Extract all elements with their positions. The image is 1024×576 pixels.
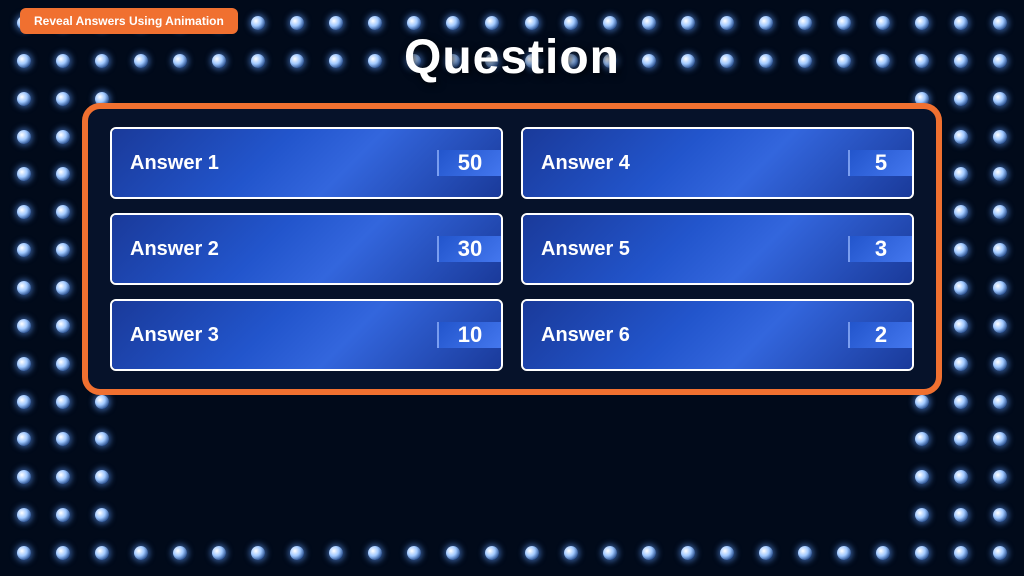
answer-score-3: 10 [437, 322, 501, 348]
answer-inner-6: Answer 6 2 [523, 301, 912, 369]
question-title: Question [404, 30, 620, 85]
answer-card-5: Answer 5 3 [521, 213, 914, 285]
answer-label-6: Answer 6 [541, 324, 848, 347]
answer-score-1: 50 [437, 150, 501, 176]
answer-card-3: Answer 3 10 [110, 299, 503, 371]
answers-board: Answer 1 50 Answer 4 5 Answer 2 30 Answe… [82, 103, 942, 395]
answer-inner-2: Answer 2 30 [112, 215, 501, 283]
answer-inner-4: Answer 4 5 [523, 129, 912, 197]
answer-card-1: Answer 1 50 [110, 127, 503, 199]
answer-label-2: Answer 2 [130, 238, 437, 261]
answer-inner-3: Answer 3 10 [112, 301, 501, 369]
main-content: Question Answer 1 50 Answer 4 5 Answer 2… [0, 0, 1024, 576]
answer-inner-1: Answer 1 50 [112, 129, 501, 197]
answer-score-6: 2 [848, 322, 912, 348]
reveal-answers-button[interactable]: Reveal Answers Using Animation [20, 8, 238, 34]
answer-label-4: Answer 4 [541, 152, 848, 175]
answer-card-6: Answer 6 2 [521, 299, 914, 371]
answer-label-1: Answer 1 [130, 152, 437, 175]
answer-score-4: 5 [848, 150, 912, 176]
answer-card-2: Answer 2 30 [110, 213, 503, 285]
answer-label-3: Answer 3 [130, 324, 437, 347]
answer-score-2: 30 [437, 236, 501, 262]
answer-inner-5: Answer 5 3 [523, 215, 912, 283]
answer-card-4: Answer 4 5 [521, 127, 914, 199]
answer-label-5: Answer 5 [541, 238, 848, 261]
answer-score-5: 3 [848, 236, 912, 262]
